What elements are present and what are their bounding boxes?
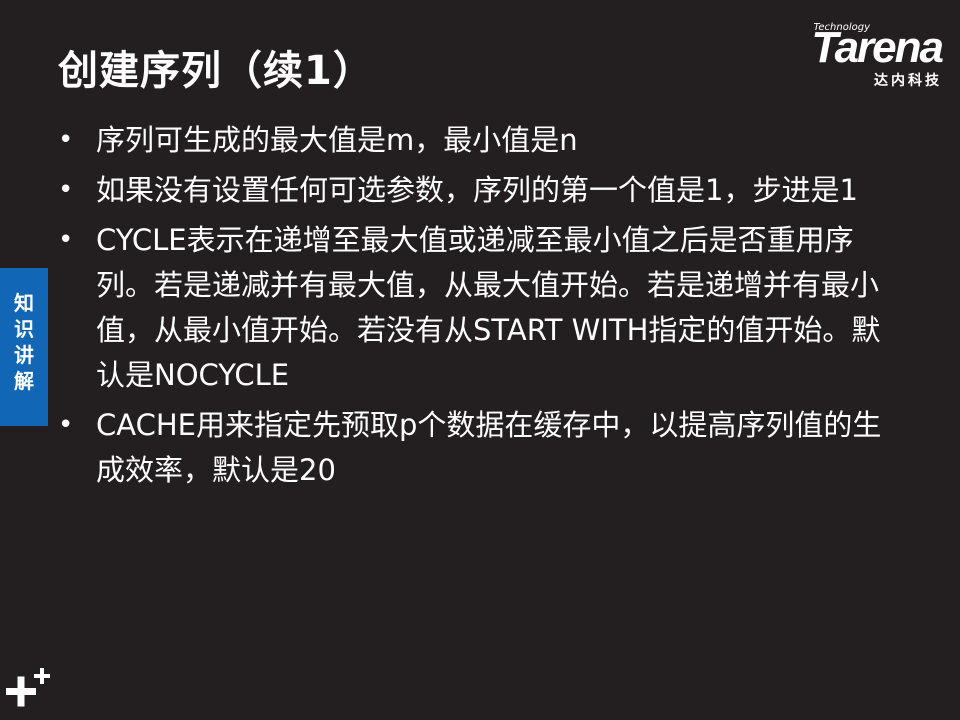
side-tab-text: 知识讲解 <box>14 291 34 393</box>
tarena-logo: Technology Tarena 达内科技 <box>772 22 944 89</box>
bullet-text: 如果没有设置任何可选参数，序列的第一个值是1，步进是1 <box>96 173 858 207</box>
bullet-text: CACHE用来指定先预取p个数据在缓存中，以提高序列值的生成效率，默认是20 <box>96 408 882 487</box>
bullet-item: • CYCLE表示在递增至最大值或递减至最小值之后是否重用序列。若是递减并有最大… <box>58 218 888 398</box>
bullet-text: 序列可生成的最大值是m，最小值是n <box>96 123 578 157</box>
bullet-dot-icon: • <box>58 125 74 155</box>
bullet-item: • CACHE用来指定先预取p个数据在缓存中，以提高序列值的生成效率，默认是20 <box>58 403 888 493</box>
bullet-item: • 如果没有设置任何可选参数，序列的第一个值是1，步进是1 <box>58 168 888 213</box>
slide-title: 创建序列（续1） <box>58 48 374 94</box>
bullet-dot-icon: • <box>58 175 74 205</box>
logo-chinese-text: 达内科技 <box>874 73 942 89</box>
bullet-text: CYCLE表示在递增至最大值或递减至最小值之后是否重用序列。若是递减并有最大值，… <box>96 223 881 392</box>
plus-plus-icon <box>6 666 56 716</box>
side-tab: 知识讲解 <box>0 268 48 426</box>
bullet-dot-icon: • <box>58 410 74 440</box>
logo-brand-text: Tarena <box>811 23 944 72</box>
side-tab-label: 知识讲解 <box>0 290 48 394</box>
bullet-list: • 序列可生成的最大值是m，最小值是n • 如果没有设置任何可选参数，序列的第一… <box>58 118 888 498</box>
bullet-dot-icon: • <box>58 225 74 255</box>
bullet-item: • 序列可生成的最大值是m，最小值是n <box>58 118 888 163</box>
